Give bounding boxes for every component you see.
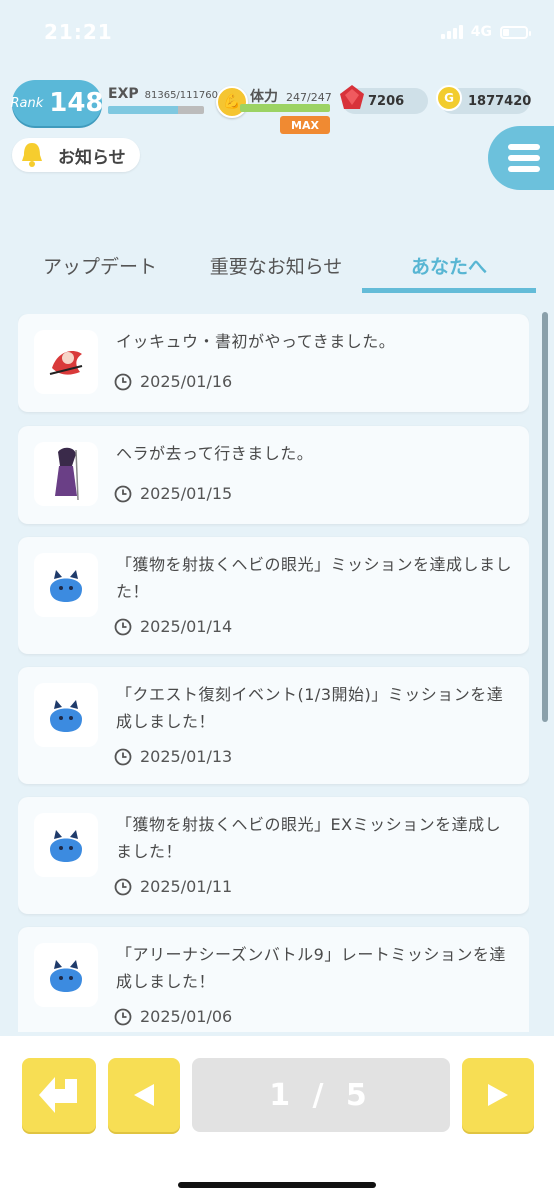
bell-icon <box>15 138 49 172</box>
rank-badge: Rank 148 <box>10 80 104 126</box>
notification-date: 2025/01/14 <box>114 617 232 636</box>
coin-count: 1877420 <box>468 93 532 109</box>
exp-meter: EXP 81365/111760 <box>108 86 218 114</box>
stamina-bar-fill <box>240 104 330 112</box>
notice-tabs: アップデート 重要なお知らせ あなたへ <box>18 236 536 294</box>
list-item[interactable]: 「獲物を射抜くヘビの眼光」EXミッションを達成しました！ 2025/01/11 <box>18 797 529 914</box>
notification-text: イッキュウ・書初がやってきました。 <box>116 332 396 351</box>
return-button[interactable] <box>22 1058 96 1132</box>
tab-updates[interactable]: アップデート <box>18 236 182 294</box>
notification-text: 「獲物を射抜くヘビの眼光」ミッションを達成しました！ <box>116 555 513 601</box>
notification-text: 「クエスト復刻イベント(1/3開始)」ミッションを達成しました！ <box>116 685 504 731</box>
status-time: 21:21 <box>44 20 113 44</box>
list-item[interactable]: 「アリーナシーズンバトル9」レートミッションを達成しました！ 2025/01/0… <box>18 927 529 1032</box>
exp-value: 81365/111760 <box>144 90 218 101</box>
character-icon-purple <box>34 442 98 506</box>
stamina-value: 247/247 <box>286 91 332 104</box>
network-type: 4G <box>470 24 492 40</box>
status-bar: 21:21 4G <box>0 0 554 64</box>
stamina-label: 体力 <box>250 89 278 105</box>
signal-icon <box>440 25 463 39</box>
gem-count: 7206 <box>368 93 405 109</box>
notification-date: 2025/01/13 <box>114 747 232 766</box>
tab-for-you[interactable]: あなたへ <box>362 236 536 294</box>
next-page-button[interactable] <box>462 1058 534 1132</box>
list-item[interactable]: イッキュウ・書初がやってきました。 2025/01/16 <box>18 314 529 412</box>
coin-counter[interactable]: G 1877420 <box>436 85 532 114</box>
clock-icon <box>114 1008 132 1025</box>
status-indicators: 4G <box>440 24 531 40</box>
active-tab-indicator <box>362 288 536 293</box>
date-text: 2025/01/16 <box>140 372 233 391</box>
hamburger-icon <box>508 144 540 172</box>
mascot-icon-blue <box>34 553 98 617</box>
coin-icon: G <box>436 85 462 111</box>
notification-date: 2025/01/15 <box>114 484 232 503</box>
rank-value: 148 <box>49 88 104 118</box>
player-hud: Rank 148 EXP 81365/111760 💪 体力 247/247 M… <box>10 78 542 134</box>
exp-bar <box>108 106 204 114</box>
date-text: 2025/01/06 <box>140 1007 233 1026</box>
triangle-right-icon <box>488 1084 508 1106</box>
list-item[interactable]: ヘラが去って行きました。 2025/01/15 <box>18 426 529 524</box>
clock-icon <box>114 618 132 635</box>
rank-label: Rank <box>10 95 44 111</box>
clock-icon <box>114 878 132 895</box>
page-title: お知らせ <box>58 147 126 168</box>
stamina-bar <box>240 104 330 112</box>
mascot-icon-blue <box>34 943 98 1007</box>
home-indicator <box>178 1182 376 1188</box>
footer-bar: 1 / 5 <box>0 1036 554 1200</box>
notification-list[interactable]: イッキュウ・書初がやってきました。 2025/01/16 ヘラが去って行きました… <box>18 314 529 1032</box>
clock-icon <box>114 485 132 502</box>
list-item[interactable]: 「獲物を射抜くヘビの眼光」ミッションを達成しました！ 2025/01/14 <box>18 537 529 654</box>
tab-important[interactable]: 重要なお知らせ <box>194 236 358 294</box>
mascot-icon-blue <box>34 813 98 877</box>
date-text: 2025/01/15 <box>140 484 233 503</box>
notification-text: ヘラが去って行きました。 <box>116 444 314 463</box>
notification-date: 2025/01/06 <box>114 1007 232 1026</box>
date-text: 2025/01/11 <box>140 877 233 896</box>
battery-icon <box>500 25 531 39</box>
exp-bar-fill <box>108 106 179 114</box>
clock-icon <box>114 748 132 765</box>
stamina-arm-icon: 💪 <box>216 86 248 118</box>
notification-text: 「アリーナシーズンバトル9」レートミッションを達成しました！ <box>116 945 506 991</box>
page-title-pill: お知らせ <box>12 138 140 172</box>
list-scrollbar[interactable] <box>542 312 548 722</box>
character-icon-red <box>34 330 98 394</box>
exp-label: EXP <box>108 86 139 102</box>
date-text: 2025/01/13 <box>140 747 233 766</box>
gem-counter[interactable]: 7206 <box>340 85 428 114</box>
clock-icon <box>114 373 132 390</box>
stamina-max-badge: MAX <box>280 116 330 134</box>
notification-text: 「獲物を射抜くヘビの眼光」EXミッションを達成しました！ <box>116 815 502 861</box>
prev-page-button[interactable] <box>108 1058 180 1132</box>
list-item[interactable]: 「クエスト復刻イベント(1/3開始)」ミッションを達成しました！ 2025/01… <box>18 667 529 784</box>
page-indicator: 1 / 5 <box>192 1058 450 1132</box>
return-arrow-icon <box>39 1077 77 1113</box>
mascot-icon-blue <box>34 683 98 747</box>
gem-icon <box>340 85 364 109</box>
notification-date: 2025/01/16 <box>114 372 232 391</box>
notification-date: 2025/01/11 <box>114 877 232 896</box>
triangle-left-icon <box>134 1084 154 1106</box>
date-text: 2025/01/14 <box>140 617 233 636</box>
menu-button[interactable] <box>488 126 554 190</box>
